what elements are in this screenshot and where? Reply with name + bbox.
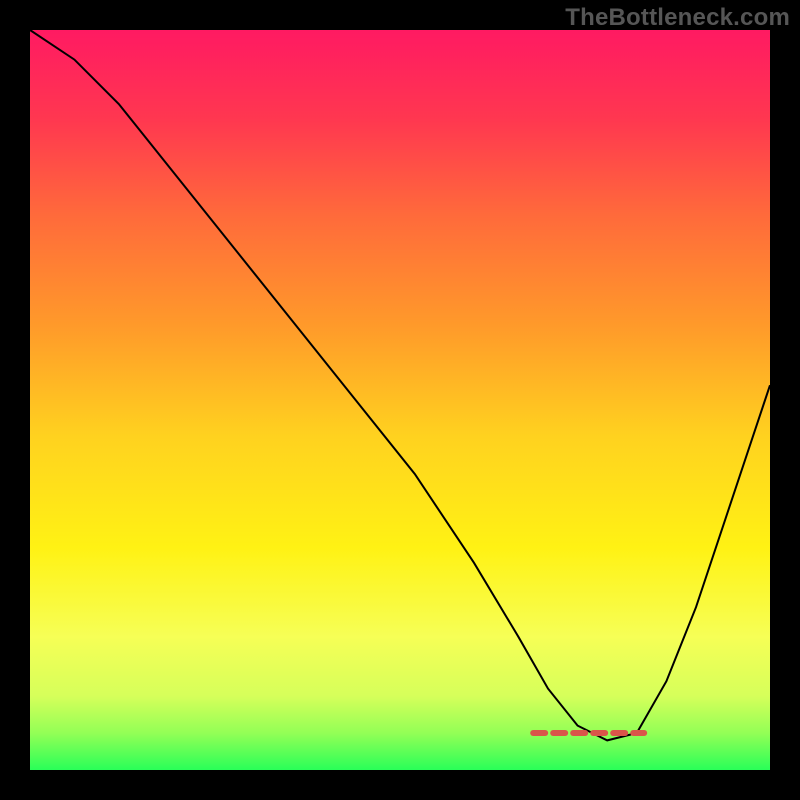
chart-frame: TheBottleneck.com [0, 0, 800, 800]
watermark-text: TheBottleneck.com [565, 4, 790, 32]
gradient-background [30, 30, 770, 770]
plot-area [30, 30, 770, 770]
plot-svg [30, 30, 770, 770]
